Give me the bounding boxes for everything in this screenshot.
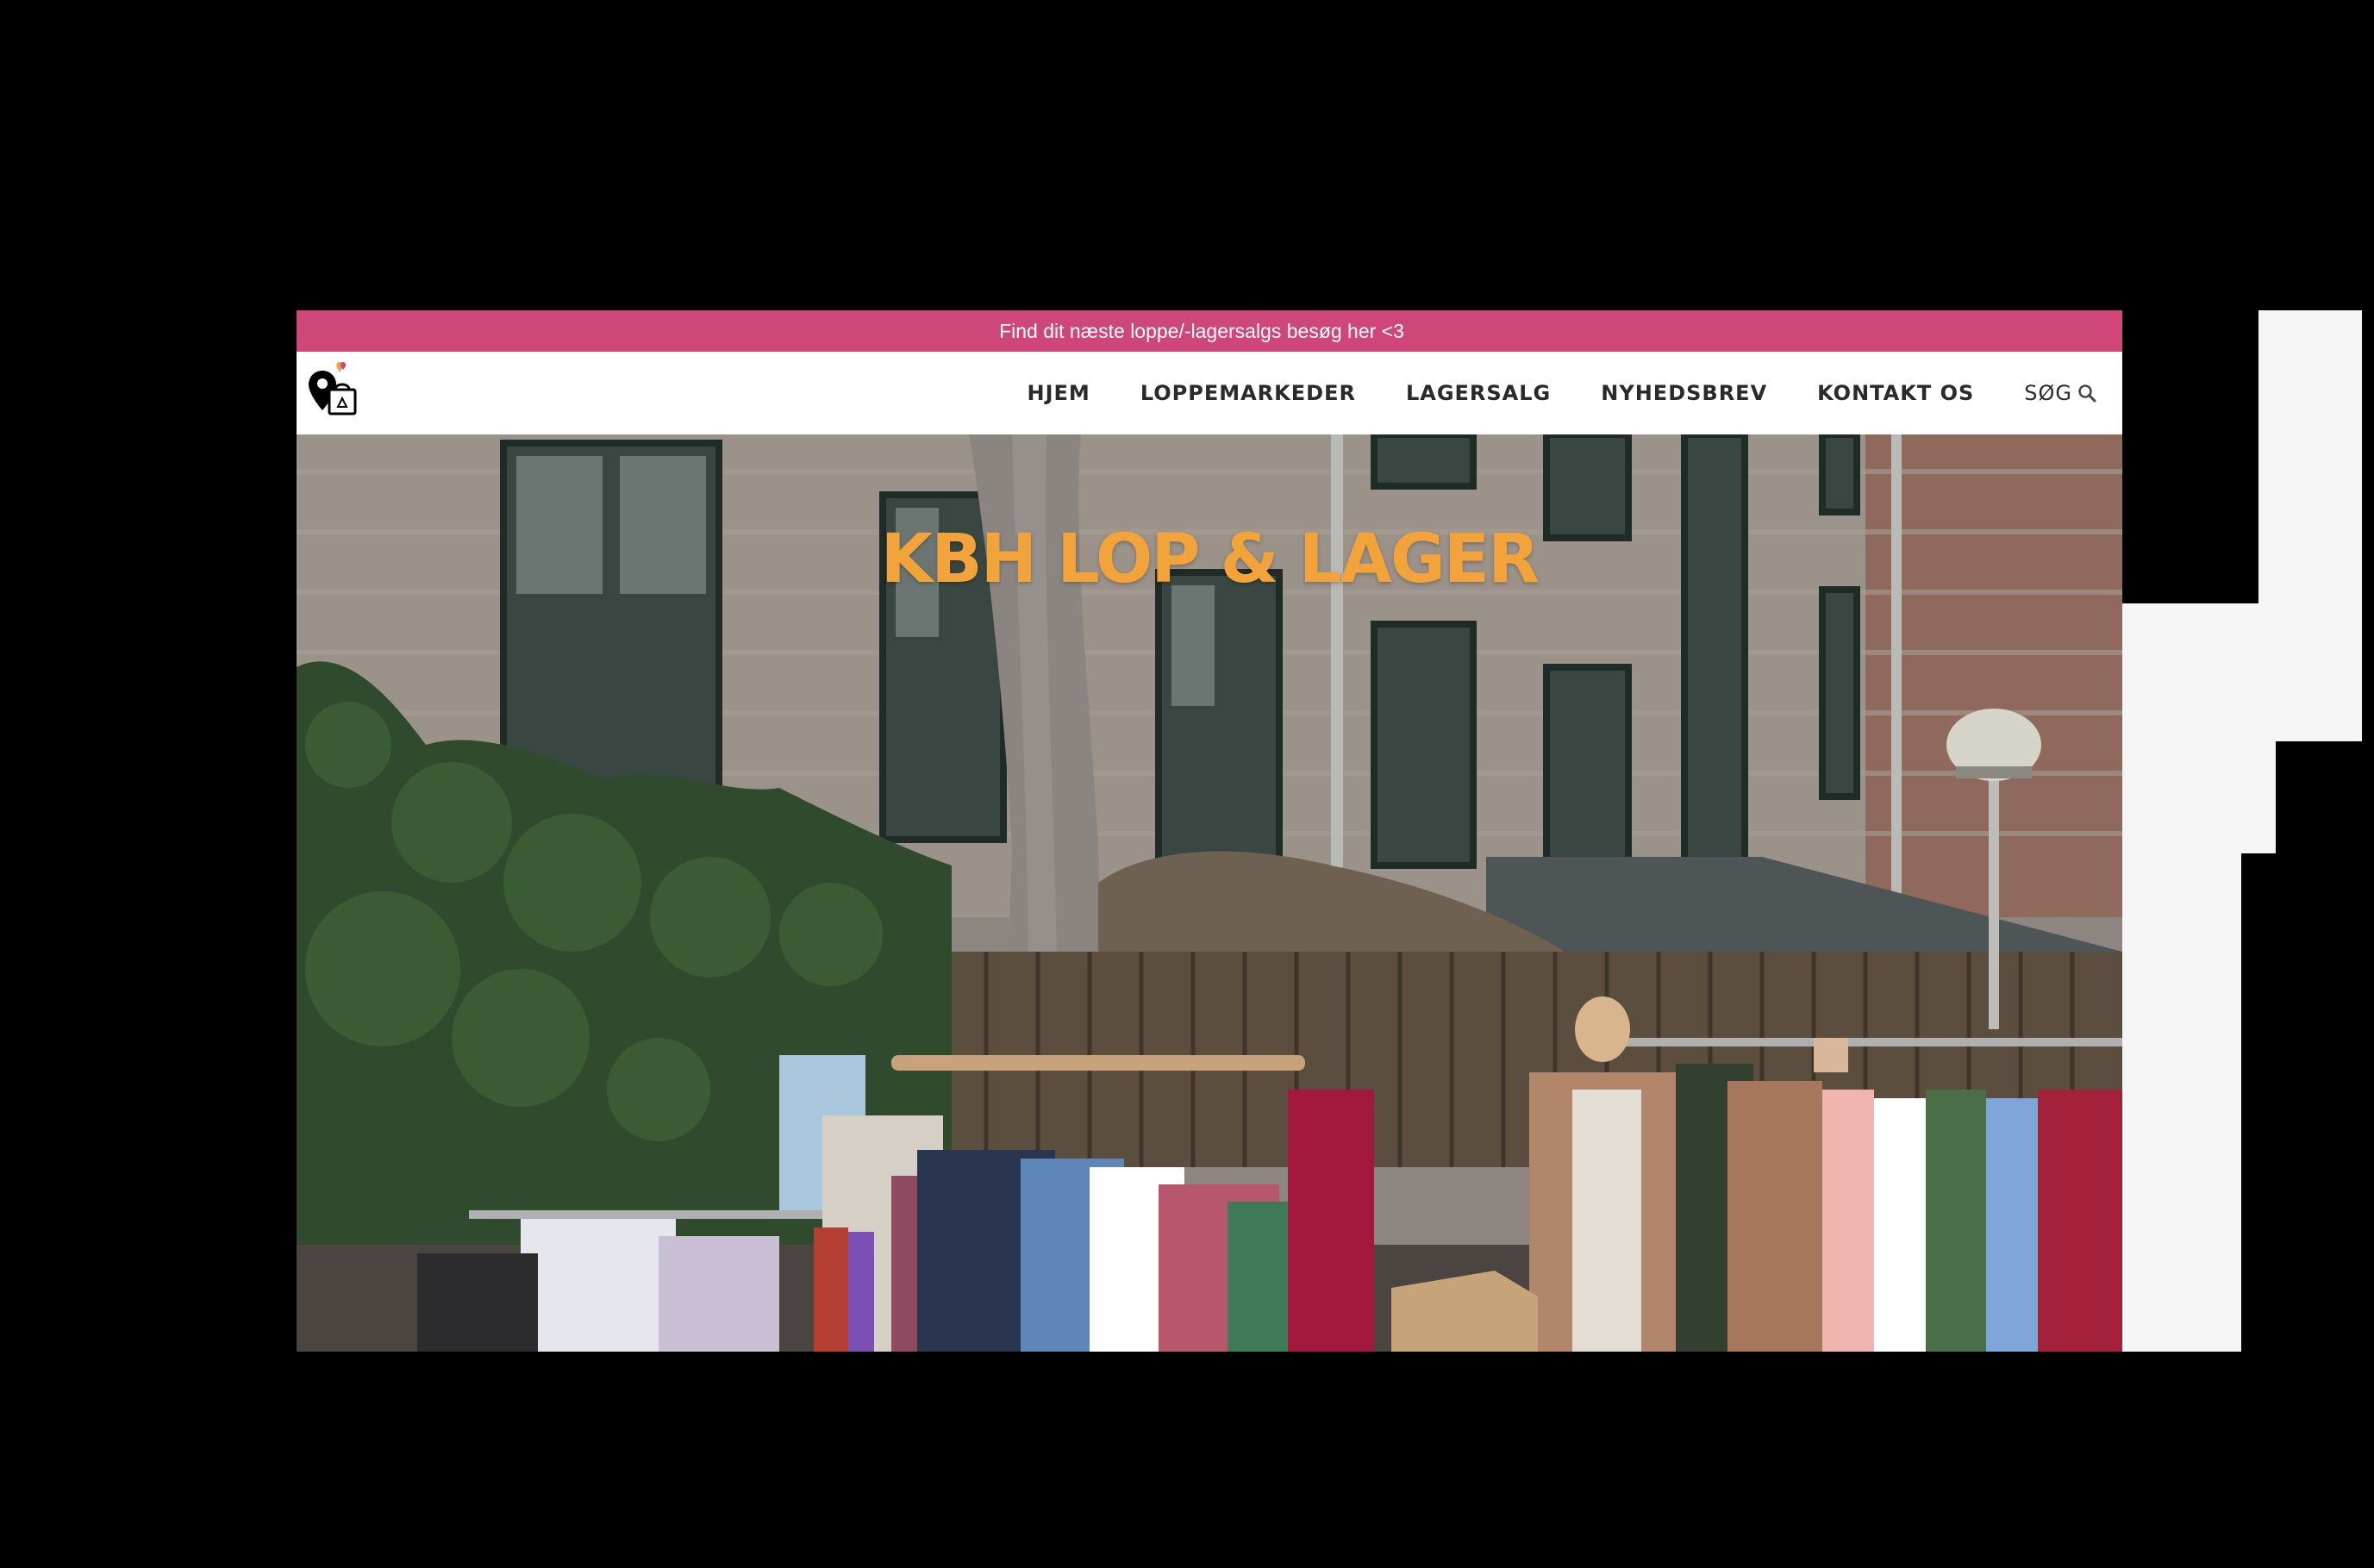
nav-item-kontakt-os[interactable]: KONTAKT OS bbox=[1817, 381, 1974, 405]
search-button[interactable]: SØG bbox=[2024, 381, 2096, 405]
search-label: SØG bbox=[2024, 381, 2072, 405]
nav-menu: HJEM LOPPEMARKEDER LAGERSALG NYHEDSBREV … bbox=[1028, 352, 2096, 434]
background-shape bbox=[2121, 310, 2258, 603]
announcement-bar[interactable]: Find dit næste loppe/-lagersalgs besøg h… bbox=[297, 310, 2122, 352]
top-navigation: HJEM LOPPEMARKEDER LAGERSALG NYHEDSBREV … bbox=[297, 352, 2122, 434]
nav-item-nyhedsbrev[interactable]: NYHEDSBREV bbox=[1601, 381, 1767, 405]
hero-banner: KBH LOP & LAGER bbox=[297, 434, 2122, 1352]
website-page: Find dit næste loppe/-lagersalgs besøg h… bbox=[297, 310, 2122, 1352]
nav-item-lagersalg[interactable]: LAGERSALG bbox=[1406, 381, 1551, 405]
nav-item-loppemarkeder[interactable]: LOPPEMARKEDER bbox=[1140, 381, 1356, 405]
background-shape bbox=[2276, 741, 2374, 853]
location-pin-shopping-bag-logo-icon bbox=[309, 362, 357, 415]
announcement-text[interactable]: Find dit næste loppe/-lagersalgs besøg h… bbox=[999, 320, 1404, 343]
hero-title: KBH LOP & LAGER bbox=[880, 521, 1540, 598]
search-icon bbox=[2078, 384, 2096, 403]
site-logo[interactable] bbox=[305, 360, 365, 421]
background-shape bbox=[2241, 853, 2374, 1353]
nav-item-hjem[interactable]: HJEM bbox=[1028, 381, 1090, 405]
